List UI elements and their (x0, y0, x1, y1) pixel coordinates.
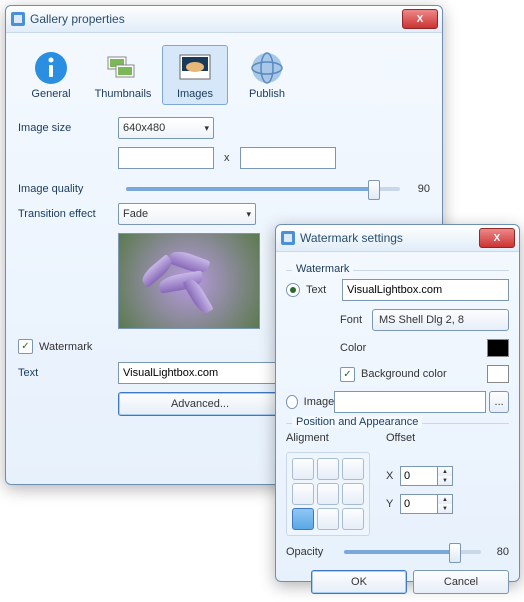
watermark-settings-window: Watermark settings X Watermark Text Font… (275, 224, 520, 582)
align-bc[interactable] (317, 508, 339, 530)
titlebar[interactable]: Watermark settings X (276, 225, 519, 252)
bg-label: Background color (361, 368, 447, 380)
advanced-button[interactable]: Advanced... (118, 392, 282, 416)
align-bl[interactable] (292, 508, 314, 530)
close-button[interactable]: X (479, 228, 515, 248)
image-radio-label: Image (304, 396, 335, 408)
opacity-value: 80 (489, 546, 509, 558)
tab-strip: General Thumbnails Images Publish (18, 45, 430, 105)
height-input[interactable] (240, 147, 336, 169)
offset-label: Offset (386, 432, 415, 444)
tab-label: Thumbnails (95, 88, 152, 100)
transition-preview (118, 233, 260, 329)
thumbnails-icon (103, 50, 143, 86)
wm-text-input[interactable] (342, 279, 509, 301)
wm-text-input[interactable] (118, 362, 278, 384)
group-label: Position and Appearance (292, 416, 422, 428)
font-label: Font (340, 314, 372, 326)
up-icon[interactable]: ▲ (438, 467, 452, 476)
alignment-label: Aligment (286, 432, 386, 444)
window-title: Watermark settings (300, 231, 479, 245)
x-label: X (386, 470, 400, 482)
align-mc[interactable] (317, 483, 339, 505)
cancel-button[interactable]: Cancel (413, 570, 509, 594)
info-icon (31, 50, 71, 86)
align-tl[interactable] (292, 458, 314, 480)
watermark-label: Watermark (39, 341, 92, 353)
app-icon (10, 11, 26, 27)
close-button[interactable]: X (402, 9, 438, 29)
align-ml[interactable] (292, 483, 314, 505)
tab-publish[interactable]: Publish (234, 45, 300, 105)
y-label: Y (386, 498, 400, 510)
slider-thumb[interactable] (449, 543, 461, 563)
font-button[interactable]: MS Shell Dlg 2, 8 (372, 309, 509, 331)
watermark-group: Watermark Text Font MS Shell Dlg 2, 8 Co… (286, 270, 509, 413)
color-label: Color (340, 342, 372, 354)
opacity-label: Opacity (286, 546, 336, 558)
quality-label: Image quality (18, 183, 118, 195)
y-spinner[interactable]: ▲▼ (400, 494, 453, 514)
width-input[interactable] (118, 147, 214, 169)
quality-slider[interactable] (126, 187, 400, 191)
x-spinner[interactable]: ▲▼ (400, 466, 453, 486)
app-icon (280, 230, 296, 246)
image-path-input[interactable] (334, 391, 486, 413)
tab-images[interactable]: Images (162, 45, 228, 105)
images-icon (175, 50, 215, 86)
position-group: Position and Appearance Aligment Offset … (286, 423, 509, 558)
text-radio-label: Text (306, 284, 342, 296)
transition-select[interactable]: Fade (118, 203, 256, 225)
browse-button[interactable]: ... (489, 391, 509, 413)
alignment-grid (286, 452, 370, 536)
wm-text-label: Text (18, 367, 118, 379)
align-tr[interactable] (342, 458, 364, 480)
titlebar[interactable]: Gallery properties X (6, 6, 442, 33)
transition-label: Transition effect (18, 208, 118, 220)
dim-separator: x (224, 152, 230, 164)
quality-value: 90 (408, 183, 430, 195)
align-tc[interactable] (317, 458, 339, 480)
tab-label: Images (177, 88, 213, 100)
down-icon[interactable]: ▼ (438, 476, 452, 485)
image-size-select[interactable]: 640x480 (118, 117, 214, 139)
group-label: Watermark (292, 263, 353, 275)
image-size-label: Image size (18, 122, 118, 134)
tab-label: General (31, 88, 70, 100)
image-radio[interactable] (286, 395, 298, 409)
ok-button[interactable]: OK (311, 570, 407, 594)
text-radio[interactable] (286, 283, 300, 297)
align-mr[interactable] (342, 483, 364, 505)
publish-icon (247, 50, 287, 86)
bg-checkbox[interactable] (340, 367, 355, 382)
watermark-checkbox[interactable] (18, 339, 33, 354)
bg-swatch[interactable] (487, 365, 509, 383)
align-br[interactable] (342, 508, 364, 530)
up-icon[interactable]: ▲ (438, 495, 452, 504)
tab-label: Publish (249, 88, 285, 100)
tab-thumbnails[interactable]: Thumbnails (90, 45, 156, 105)
color-swatch[interactable] (487, 339, 509, 357)
opacity-slider[interactable] (344, 550, 481, 554)
window-title: Gallery properties (30, 12, 402, 26)
down-icon[interactable]: ▼ (438, 504, 452, 513)
slider-thumb[interactable] (368, 180, 380, 200)
tab-general[interactable]: General (18, 45, 84, 105)
